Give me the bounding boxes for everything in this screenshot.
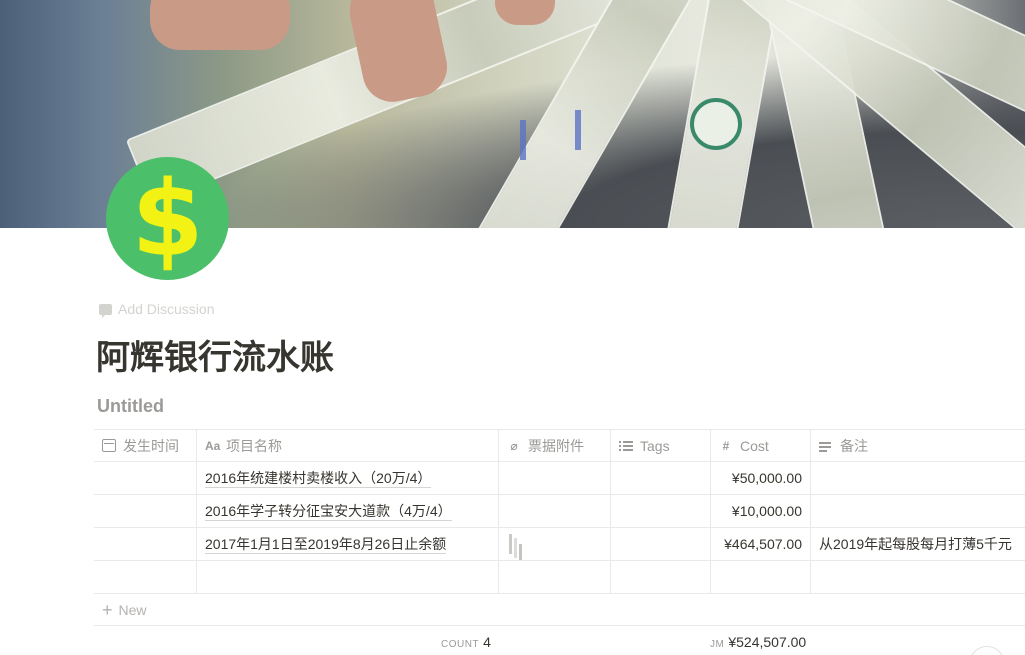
column-header-name[interactable]: Aa 项目名称 — [197, 430, 499, 461]
cost-cell[interactable]: ¥464,507.00 — [711, 528, 811, 560]
name-cell[interactable]: 2016年学子转分征宝安大道款（4万/4） — [197, 495, 499, 527]
sum-value: ¥524,507.00 — [728, 634, 807, 650]
add-discussion-label: Add Discussion — [118, 301, 215, 317]
date-cell[interactable] — [94, 528, 197, 560]
attachment-thumbnail[interactable] — [507, 533, 527, 555]
hash-icon: # — [722, 438, 730, 453]
tags-cell[interactable] — [611, 528, 711, 560]
date-cell[interactable] — [94, 561, 197, 593]
table-row[interactable] — [94, 561, 1025, 594]
list-icon — [619, 439, 633, 453]
calendar-icon — [102, 439, 116, 452]
tags-cell[interactable] — [611, 462, 711, 494]
column-header-attachment[interactable]: ⌀ 票据附件 — [499, 430, 611, 461]
treasury-seal-graphic — [690, 98, 742, 150]
note-cell[interactable]: 从2019年起每股每月打薄5千元 — [811, 528, 1025, 560]
count-value: 4 — [483, 634, 491, 650]
database-table: 发生时间 Aa 项目名称 ⌀ 票据附件 Tags # Cost 备注 2016年… — [94, 429, 1025, 594]
sum-label: JM — [710, 639, 725, 650]
security-stripe — [575, 110, 581, 150]
column-header-label: Tags — [640, 437, 670, 454]
help-button[interactable] — [969, 646, 1005, 655]
database-view-name[interactable]: Untitled — [97, 396, 164, 417]
tags-cell[interactable] — [611, 495, 711, 527]
cost-cell[interactable] — [711, 561, 811, 593]
plus-icon: + — [102, 600, 113, 620]
name-text[interactable]: 2016年学子转分征宝安大道款（4万/4） — [205, 502, 452, 521]
column-header-date[interactable]: 发生时间 — [94, 430, 197, 461]
hand-graphic — [150, 0, 290, 50]
table-row[interactable]: 2017年1月1日至2019年8月26日止余额 ¥464,507.00 从201… — [94, 528, 1025, 561]
add-discussion-button[interactable]: Add Discussion — [99, 301, 215, 318]
new-label: New — [118, 602, 147, 618]
page-icon[interactable]: $ — [106, 157, 229, 280]
attachment-cell[interactable] — [499, 528, 611, 560]
table-header-row: 发生时间 Aa 项目名称 ⌀ 票据附件 Tags # Cost 备注 — [94, 429, 1025, 462]
column-header-label: 备注 — [840, 437, 868, 454]
cost-cell[interactable]: ¥10,000.00 — [711, 495, 811, 527]
text-icon: Aa — [205, 438, 221, 453]
attachment-cell[interactable] — [499, 462, 611, 494]
paperclip-icon: ⌀ — [510, 438, 518, 453]
name-cell[interactable]: 2017年1月1日至2019年8月26日止余额 — [197, 528, 499, 560]
column-header-label: 发生时间 — [123, 437, 179, 454]
column-header-tags[interactable]: Tags — [611, 430, 711, 461]
table-row[interactable]: 2016年学子转分征宝安大道款（4万/4） ¥10,000.00 — [94, 495, 1025, 528]
count-calculation[interactable]: COUNT 4 — [441, 634, 491, 650]
comment-icon — [99, 303, 112, 318]
column-header-label: 项目名称 — [226, 437, 282, 454]
table-row[interactable]: 2016年统建楼村卖楼收入（20万/4） ¥50,000.00 — [94, 462, 1025, 495]
name-cell[interactable]: 2016年统建楼村卖楼收入（20万/4） — [197, 462, 499, 494]
add-new-row-button[interactable]: + New — [94, 595, 1025, 626]
date-cell[interactable] — [94, 462, 197, 494]
date-cell[interactable] — [94, 495, 197, 527]
cost-cell[interactable]: ¥50,000.00 — [711, 462, 811, 494]
name-cell[interactable] — [197, 561, 499, 593]
note-cell[interactable] — [811, 495, 1025, 527]
tags-cell[interactable] — [611, 561, 711, 593]
column-header-cost[interactable]: # Cost — [711, 430, 811, 461]
page-title[interactable]: 阿辉银行流水账 — [96, 330, 334, 379]
column-header-label: Cost — [740, 437, 769, 454]
note-cell[interactable] — [811, 462, 1025, 494]
note-cell[interactable] — [811, 561, 1025, 593]
sum-calculation[interactable]: JM ¥524,507.00 — [710, 634, 806, 650]
security-stripe — [520, 120, 526, 160]
lines-icon — [819, 439, 833, 453]
name-text[interactable]: 2017年1月1日至2019年8月26日止余额 — [205, 535, 447, 554]
count-label: COUNT — [441, 639, 480, 650]
column-header-note[interactable]: 备注 — [811, 430, 1025, 461]
attachment-cell[interactable] — [499, 495, 611, 527]
name-text[interactable]: 2016年统建楼村卖楼收入（20万/4） — [205, 469, 432, 488]
column-header-label: 票据附件 — [528, 437, 584, 454]
attachment-cell[interactable] — [499, 561, 611, 593]
